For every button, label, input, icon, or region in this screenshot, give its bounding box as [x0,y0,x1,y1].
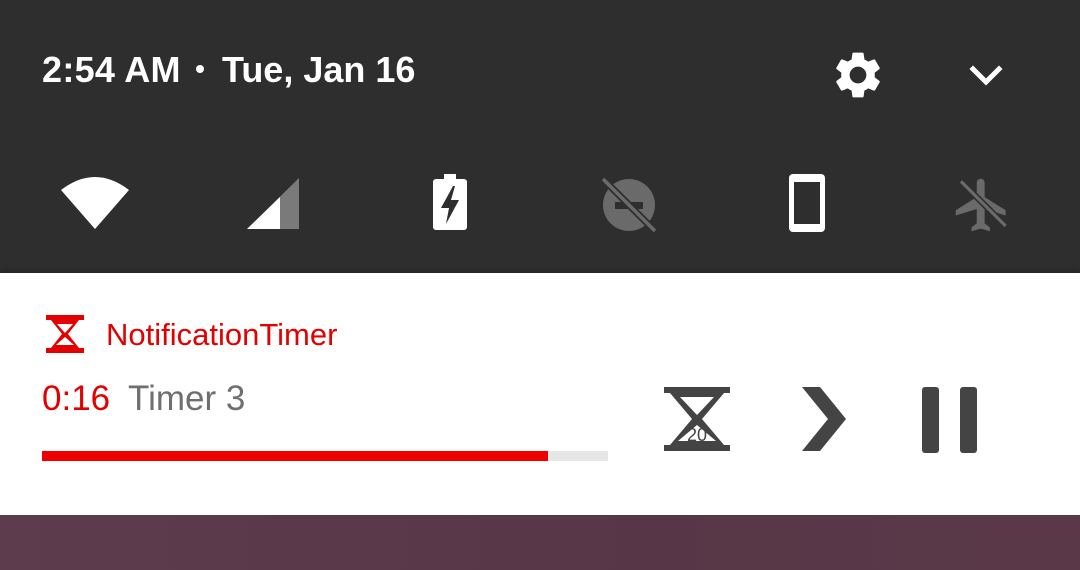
timer-notification[interactable]: NotificationTimer 0:16 Timer 3 20 [0,273,1080,515]
battery-charging-icon [433,174,467,230]
timer-progress-bar [42,451,608,461]
time-remaining: 0:16 [42,379,111,418]
quick-settings-panel: 2:54 AM Tue, Jan 16 [0,0,1080,273]
cellular-signal-icon [247,178,299,229]
pause-icon [922,387,977,453]
tile-do-not-disturb[interactable] [589,170,669,240]
app-icon [44,314,86,354]
clock: 2:54 AM [42,49,181,90]
home-wallpaper [0,515,1080,570]
wifi-icon [61,177,129,229]
chevron-right-icon [802,387,846,451]
date[interactable]: Tue, Jan 16 [222,48,415,92]
tile-airplane-mode[interactable] [942,170,1022,240]
expand-button[interactable] [958,50,1014,100]
hourglass-20-icon: 20 [664,387,730,451]
next-button[interactable] [790,383,854,455]
settings-button[interactable] [830,47,886,103]
airplane-mode-off-icon [955,178,1008,232]
tile-battery[interactable] [410,170,490,240]
tile-auto-rotate[interactable] [767,170,847,240]
timer-progress-fill [42,451,548,461]
app-name: NotificationTimer [106,317,338,352]
gear-icon [836,52,880,98]
screen: 2:54 AM Tue, Jan 16 NotificationTimer 0:… [0,0,1080,570]
pause-button[interactable] [912,383,986,455]
hourglass-badge: 20 [687,425,707,445]
rotation-portrait-icon [789,174,825,232]
add-time-button[interactable]: 20 [660,383,734,455]
do-not-disturb-off-icon [600,176,658,234]
separator-dot [196,65,204,73]
chevron-down-icon [969,65,1003,86]
hourglass-app-icon [46,315,84,353]
tile-wifi[interactable] [55,170,135,240]
tile-cellular[interactable] [234,170,314,240]
timer-name: Timer 3 [128,379,246,418]
